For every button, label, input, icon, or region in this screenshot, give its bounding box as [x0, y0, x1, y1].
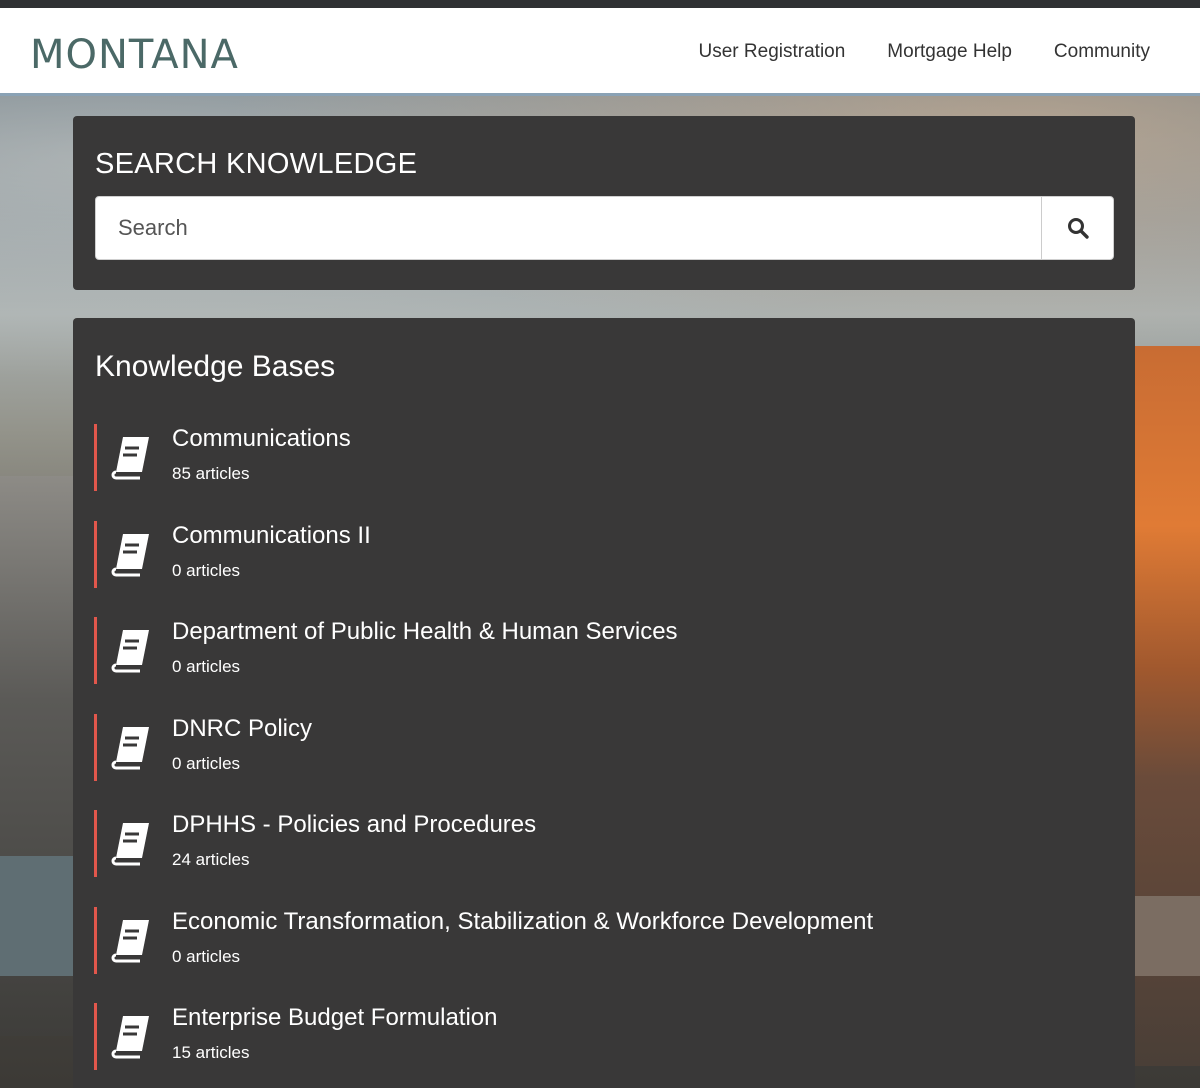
kb-item-name[interactable]: Enterprise Budget Formulation	[172, 1004, 498, 1032]
book-icon	[111, 726, 149, 769]
kb-item-dphhs-policies[interactable]: DPHHS - Policies and Procedures 24 artic…	[94, 810, 1094, 877]
search-button[interactable]	[1041, 197, 1113, 259]
book-icon	[111, 1016, 149, 1059]
book-icon	[111, 823, 149, 866]
nav-user-registration[interactable]: User Registration	[699, 41, 846, 63]
knowledge-bases-panel: Knowledge Bases Communications 85 articl…	[73, 318, 1135, 1088]
search-panel: SEARCH KNOWLEDGE	[73, 116, 1135, 290]
kb-item-name[interactable]: Communications II	[172, 522, 371, 550]
kb-item-count: 0 articles	[172, 753, 241, 773]
book-icon	[111, 919, 149, 962]
brand-logo[interactable]: MONTANA	[30, 32, 239, 78]
top-strip	[0, 0, 1200, 8]
kb-item-count: 0 articles	[172, 560, 241, 580]
top-nav: User Registration Mortgage Help Communit…	[699, 41, 1150, 63]
book-icon	[111, 437, 149, 480]
kb-item-count: 24 articles	[172, 850, 250, 869]
kb-item-economic-transformation[interactable]: Economic Transformation, Stabilization &…	[94, 906, 1094, 974]
kb-item-count: 15 articles	[172, 1043, 250, 1062]
book-icon	[111, 630, 149, 673]
search-box	[95, 196, 1114, 260]
knowledge-bases-title: Knowledge Bases	[95, 350, 336, 383]
kb-item-count: 85 articles	[172, 464, 250, 483]
kb-item-communications[interactable]: Communications 85 articles	[94, 424, 1094, 491]
kb-item-dnrc-policy[interactable]: DNRC Policy 0 articles	[94, 713, 1094, 781]
book-icon	[111, 533, 149, 576]
kb-item-count: 0 articles	[172, 946, 241, 966]
kb-item-enterprise-budget[interactable]: Enterprise Budget Formulation 15 article…	[94, 1003, 1094, 1070]
search-title: SEARCH KNOWLEDGE	[95, 148, 418, 180]
kb-item-name[interactable]: DPHHS - Policies and Procedures	[172, 811, 536, 839]
nav-mortgage-help[interactable]: Mortgage Help	[887, 41, 1012, 63]
nav-community[interactable]: Community	[1054, 41, 1150, 63]
kb-item-name[interactable]: Economic Transformation, Stabilization &…	[172, 908, 873, 936]
search-input[interactable]	[96, 197, 1042, 259]
kb-item-dphhs-department[interactable]: Department of Public Health & Human Serv…	[94, 617, 1094, 684]
hero-lake-left	[0, 856, 80, 976]
kb-item-count: 0 articles	[172, 657, 241, 676]
kb-item-name[interactable]: DNRC Policy	[172, 715, 312, 743]
kb-item-name[interactable]: Department of Public Health & Human Serv…	[172, 618, 678, 646]
hero-lake-right	[1130, 896, 1200, 976]
kb-item-name[interactable]: Communications	[172, 425, 351, 453]
site-header: MONTANA User Registration Mortgage Help …	[0, 8, 1200, 96]
search-icon	[1067, 218, 1089, 239]
kb-item-communications-ii[interactable]: Communications II 0 articles	[94, 520, 1094, 588]
knowledge-base-list: Communications 85 articles Communication…	[94, 424, 1094, 1088]
